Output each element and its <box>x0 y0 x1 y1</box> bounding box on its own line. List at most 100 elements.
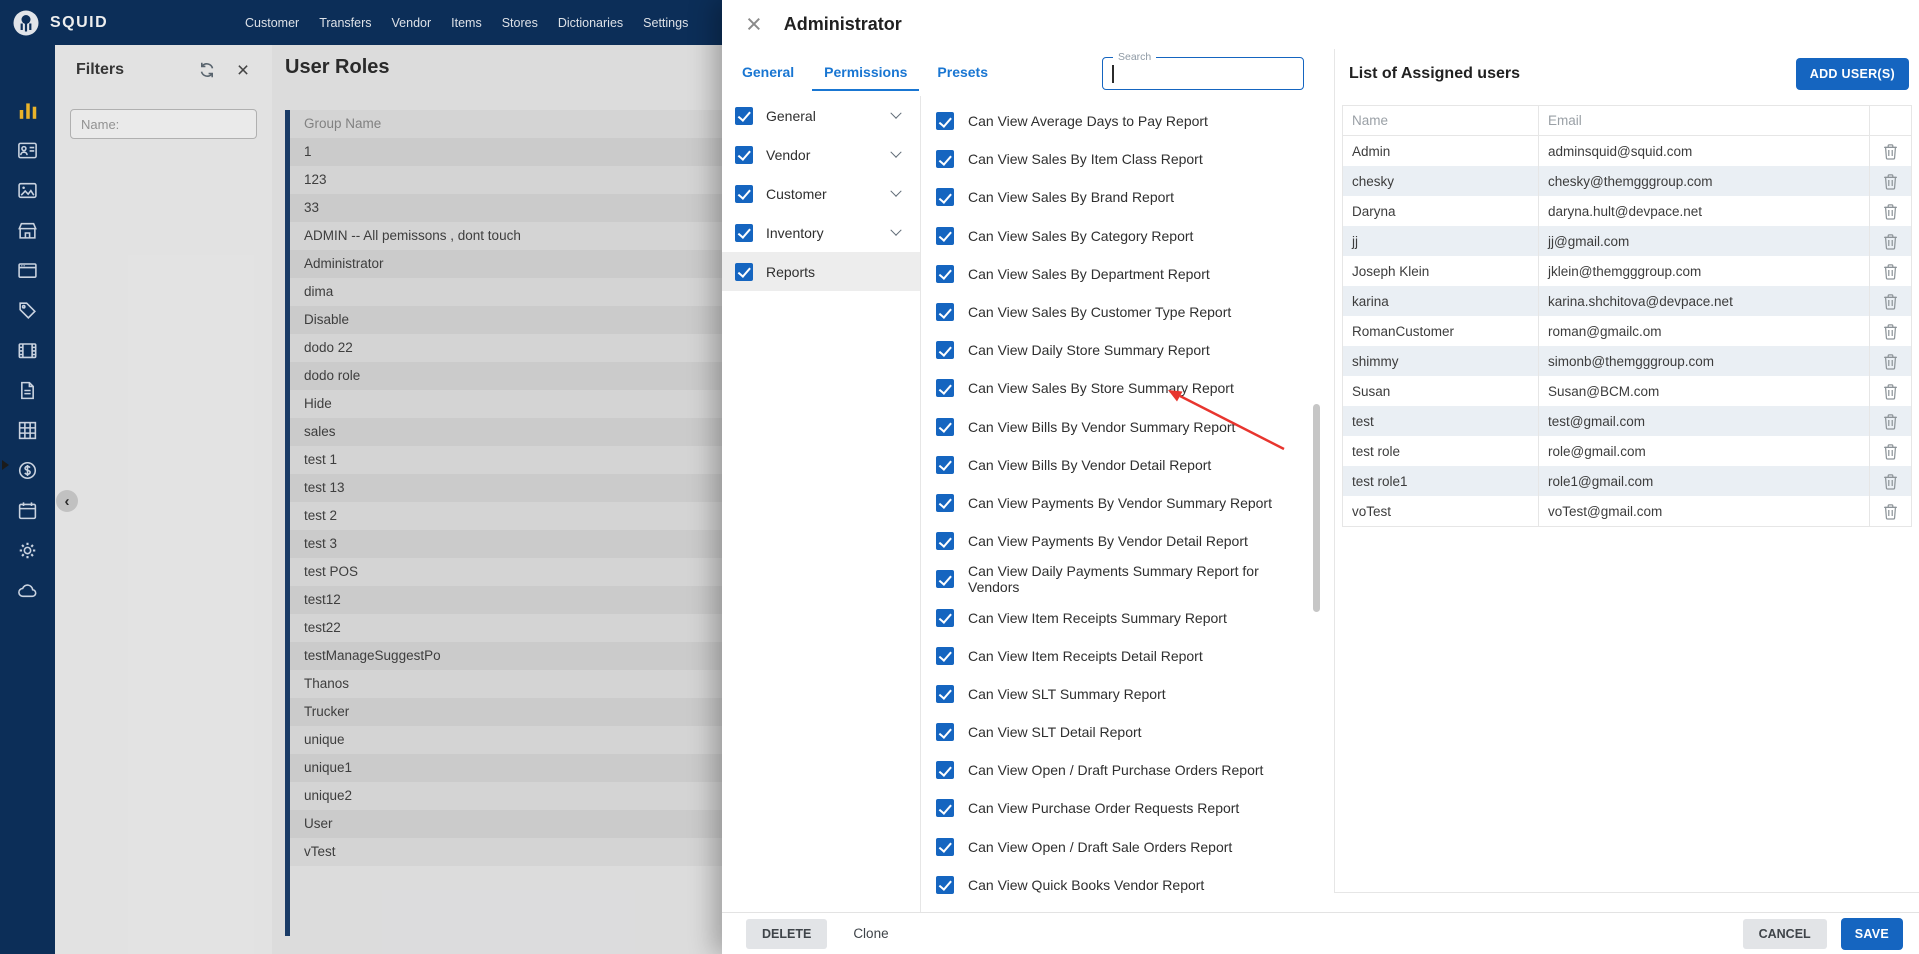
chevron-down-icon[interactable] <box>890 185 902 197</box>
role-row[interactable]: sales <box>290 418 722 446</box>
chevron-down-icon[interactable] <box>890 224 902 236</box>
tab-general[interactable]: General <box>730 55 806 91</box>
checkbox-checked-icon[interactable] <box>936 379 954 398</box>
checkbox-checked-icon[interactable] <box>936 723 954 742</box>
window-icon[interactable] <box>16 258 40 282</box>
film-icon[interactable] <box>16 338 40 362</box>
checkbox-checked-icon[interactable] <box>936 875 954 894</box>
checkbox-checked-icon[interactable] <box>735 106 753 125</box>
checkbox-checked-icon[interactable] <box>936 112 954 131</box>
role-row[interactable]: Thanos <box>290 670 722 698</box>
role-row[interactable]: dodo role <box>290 362 722 390</box>
role-row[interactable]: test 3 <box>290 530 722 558</box>
role-row[interactable]: test 13 <box>290 474 722 502</box>
add-users-button[interactable]: ADD USER(S) <box>1795 57 1909 90</box>
role-row[interactable]: vTest <box>290 838 722 866</box>
delete-user-button[interactable] <box>1869 466 1911 496</box>
checkbox-checked-icon[interactable] <box>936 264 954 283</box>
nav-item-transfers[interactable]: Transfers <box>319 16 371 30</box>
checkbox-checked-icon[interactable] <box>735 262 753 281</box>
role-row[interactable]: ADMIN -- All pemissons , dont touch <box>290 222 722 250</box>
chevron-down-icon[interactable] <box>890 107 902 119</box>
cancel-button[interactable]: CANCEL <box>1742 918 1827 949</box>
name-filter-input[interactable] <box>70 109 257 139</box>
role-row[interactable]: dodo 22 <box>290 334 722 362</box>
expand-handle-icon[interactable] <box>2 460 9 470</box>
checkbox-checked-icon[interactable] <box>936 226 954 245</box>
delete-user-button[interactable] <box>1869 376 1911 406</box>
delete-user-button[interactable] <box>1869 226 1911 256</box>
checkbox-checked-icon[interactable] <box>936 532 954 551</box>
role-row[interactable]: test POS <box>290 558 722 586</box>
checkbox-checked-icon[interactable] <box>936 188 954 207</box>
checkbox-checked-icon[interactable] <box>936 799 954 818</box>
save-button[interactable]: SAVE <box>1840 917 1903 950</box>
checkbox-checked-icon[interactable] <box>936 837 954 856</box>
role-row[interactable]: User <box>290 810 722 838</box>
close-filters-icon[interactable]: × <box>232 59 254 81</box>
nav-item-customer[interactable]: Customer <box>245 16 299 30</box>
nav-item-items[interactable]: Items <box>451 16 482 30</box>
checkbox-checked-icon[interactable] <box>936 150 954 169</box>
role-row[interactable]: Trucker <box>290 698 722 726</box>
chevron-down-icon[interactable] <box>890 146 902 158</box>
document-icon[interactable] <box>16 378 40 402</box>
category-reports[interactable]: Reports <box>722 252 920 291</box>
role-row[interactable]: test 1 <box>290 446 722 474</box>
gear-icon[interactable] <box>16 538 40 562</box>
role-row[interactable]: Disable <box>290 306 722 334</box>
delete-user-button[interactable] <box>1869 346 1911 376</box>
tag-icon[interactable] <box>16 298 40 322</box>
role-row[interactable]: Administrator <box>290 250 722 278</box>
delete-user-button[interactable] <box>1869 496 1911 526</box>
delete-user-button[interactable] <box>1869 406 1911 436</box>
nav-item-settings[interactable]: Settings <box>643 16 688 30</box>
checkbox-checked-icon[interactable] <box>735 223 753 242</box>
scrollbar-thumb[interactable] <box>1313 404 1320 612</box>
category-inventory[interactable]: Inventory <box>722 213 920 252</box>
category-customer[interactable]: Customer <box>722 174 920 213</box>
category-vendor[interactable]: Vendor <box>722 135 920 174</box>
role-row[interactable]: dima <box>290 278 722 306</box>
cloud-icon[interactable] <box>16 578 40 602</box>
nav-item-stores[interactable]: Stores <box>502 16 538 30</box>
clone-button[interactable]: Clone <box>853 926 888 941</box>
delete-button[interactable]: DELETE <box>746 918 828 949</box>
role-row[interactable]: test12 <box>290 586 722 614</box>
role-row[interactable]: test22 <box>290 614 722 642</box>
checkbox-checked-icon[interactable] <box>735 145 753 164</box>
checkbox-checked-icon[interactable] <box>936 646 954 665</box>
delete-user-button[interactable] <box>1869 136 1911 166</box>
tab-permissions[interactable]: Permissions <box>812 55 920 91</box>
grid-icon[interactable] <box>16 418 40 442</box>
role-row[interactable]: unique1 <box>290 754 722 782</box>
checkbox-checked-icon[interactable] <box>936 417 954 436</box>
image-icon[interactable] <box>16 178 40 202</box>
calendar-icon[interactable] <box>16 498 40 522</box>
checkbox-checked-icon[interactable] <box>936 493 954 512</box>
checkbox-checked-icon[interactable] <box>735 184 753 203</box>
search-input[interactable] <box>1103 58 1303 89</box>
checkbox-checked-icon[interactable] <box>936 303 954 322</box>
delete-user-button[interactable] <box>1869 286 1911 316</box>
role-row[interactable]: 123 <box>290 166 722 194</box>
role-row[interactable]: 33 <box>290 194 722 222</box>
category-general[interactable]: General <box>722 96 920 135</box>
delete-user-button[interactable] <box>1869 166 1911 196</box>
checkbox-checked-icon[interactable] <box>936 608 954 627</box>
delete-user-button[interactable] <box>1869 316 1911 346</box>
role-row[interactable]: testManageSuggestPo <box>290 642 722 670</box>
nav-item-dictionaries[interactable]: Dictionaries <box>558 16 623 30</box>
checkbox-checked-icon[interactable] <box>936 761 954 780</box>
role-row[interactable]: unique <box>290 726 722 754</box>
role-row[interactable]: 1 <box>290 138 722 166</box>
close-modal-icon[interactable]: × <box>746 10 762 37</box>
role-row[interactable]: test 2 <box>290 502 722 530</box>
checkbox-checked-icon[interactable] <box>936 341 954 360</box>
search-field[interactable]: Search <box>1102 51 1304 90</box>
delete-user-button[interactable] <box>1869 196 1911 226</box>
role-row[interactable]: unique2 <box>290 782 722 810</box>
tab-presets[interactable]: Presets <box>925 55 1000 91</box>
nav-item-vendor[interactable]: Vendor <box>392 16 432 30</box>
checkbox-checked-icon[interactable] <box>936 455 954 474</box>
